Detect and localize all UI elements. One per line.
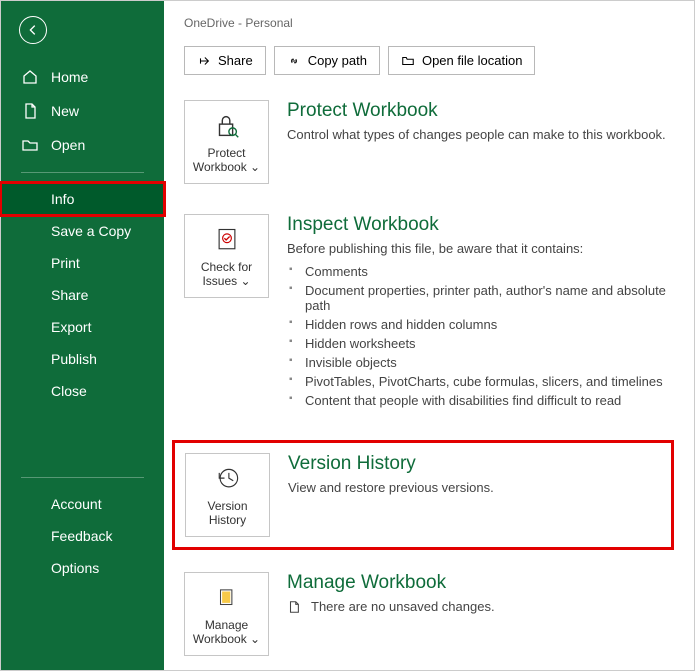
copy-path-button[interactable]: Copy path bbox=[274, 46, 380, 75]
nav-home[interactable]: Home bbox=[1, 60, 164, 94]
list-item: Invisible objects bbox=[305, 353, 674, 372]
main-content: OneDrive - Personal Share Copy path Open… bbox=[164, 1, 694, 670]
backstage-sidebar: Home New Open Info Save a Copy Print Sha… bbox=[1, 1, 164, 670]
nav-print[interactable]: Print bbox=[1, 247, 164, 279]
nav-label: Account bbox=[51, 496, 102, 512]
lock-search-icon bbox=[212, 110, 242, 142]
version-section: Version History Version History View and… bbox=[185, 453, 661, 537]
breadcrumb: OneDrive - Personal bbox=[184, 16, 674, 30]
tile-label: Manage Workbook bbox=[193, 618, 248, 646]
section-desc: Before publishing this file, be aware th… bbox=[287, 241, 674, 256]
button-label: Copy path bbox=[308, 53, 367, 68]
arrow-left-icon bbox=[26, 23, 40, 37]
section-title: Protect Workbook bbox=[287, 100, 674, 122]
nav-close[interactable]: Close bbox=[1, 375, 164, 407]
section-title: Manage Workbook bbox=[287, 572, 674, 594]
nav-label: Close bbox=[51, 383, 87, 399]
button-label: Share bbox=[218, 53, 253, 68]
nav-label: Home bbox=[51, 69, 88, 85]
tile-label: Version History bbox=[192, 499, 263, 528]
section-desc: There are no unsaved changes. bbox=[311, 599, 495, 614]
version-history-tile[interactable]: Version History bbox=[185, 453, 270, 537]
document-icon bbox=[287, 600, 301, 614]
nav-label: Feedback bbox=[51, 528, 112, 544]
chevron-down-icon: ⌄ bbox=[250, 160, 260, 174]
manage-section: Manage Workbook ⌄ Manage Workbook There … bbox=[184, 572, 674, 656]
nav-options[interactable]: Options bbox=[1, 552, 164, 584]
inspect-section: Check for Issues ⌄ Inspect Workbook Befo… bbox=[184, 214, 674, 410]
link-icon bbox=[287, 54, 301, 68]
nav-feedback[interactable]: Feedback bbox=[1, 520, 164, 552]
divider bbox=[21, 172, 144, 173]
nav-label: Print bbox=[51, 255, 80, 271]
divider bbox=[21, 477, 144, 478]
list-item: Content that people with disabilities fi… bbox=[305, 391, 674, 410]
version-history-highlight: Version History Version History View and… bbox=[172, 440, 674, 550]
nav-label: Open bbox=[51, 137, 85, 153]
manage-icon bbox=[214, 582, 240, 614]
list-item: PivotTables, PivotCharts, cube formulas,… bbox=[305, 372, 674, 391]
protect-section: Protect Workbook ⌄ Protect Workbook Cont… bbox=[184, 100, 674, 184]
nav-save-copy[interactable]: Save a Copy bbox=[1, 215, 164, 247]
nav-label: Save a Copy bbox=[51, 223, 131, 239]
nav-share[interactable]: Share bbox=[1, 279, 164, 311]
document-icon bbox=[21, 102, 39, 120]
section-desc: View and restore previous versions. bbox=[288, 480, 661, 495]
list-item: Comments bbox=[305, 262, 674, 281]
protect-workbook-tile[interactable]: Protect Workbook ⌄ bbox=[184, 100, 269, 184]
nav-label: Export bbox=[51, 319, 91, 335]
home-icon bbox=[21, 68, 39, 86]
nav-export[interactable]: Export bbox=[1, 311, 164, 343]
share-button[interactable]: Share bbox=[184, 46, 266, 75]
button-label: Open file location bbox=[422, 53, 522, 68]
chevron-down-icon: ⌄ bbox=[240, 274, 250, 288]
section-desc: Control what types of changes people can… bbox=[287, 127, 674, 142]
back-button[interactable] bbox=[19, 16, 47, 44]
nav-publish[interactable]: Publish bbox=[1, 343, 164, 375]
section-title: Version History bbox=[288, 453, 661, 475]
nav-account[interactable]: Account bbox=[1, 488, 164, 520]
nav-label: Share bbox=[51, 287, 88, 303]
list-item: Hidden rows and hidden columns bbox=[305, 315, 674, 334]
nav-label: Options bbox=[51, 560, 99, 576]
nav-info[interactable]: Info bbox=[1, 183, 164, 215]
nav-open[interactable]: Open bbox=[1, 128, 164, 162]
folder-open-icon bbox=[21, 136, 39, 154]
list-item: Document properties, printer path, autho… bbox=[305, 281, 674, 315]
nav-label: Info bbox=[51, 191, 74, 207]
chevron-down-icon: ⌄ bbox=[250, 632, 260, 646]
nav-label: Publish bbox=[51, 351, 97, 367]
toolbar: Share Copy path Open file location bbox=[184, 46, 674, 75]
tile-label: Protect Workbook bbox=[193, 146, 247, 174]
nav-label: New bbox=[51, 103, 79, 119]
check-issues-tile[interactable]: Check for Issues ⌄ bbox=[184, 214, 269, 298]
folder-icon bbox=[401, 54, 415, 68]
check-document-icon bbox=[213, 224, 241, 256]
nav-new[interactable]: New bbox=[1, 94, 164, 128]
inspect-list: Comments Document properties, printer pa… bbox=[287, 262, 674, 410]
manage-workbook-tile[interactable]: Manage Workbook ⌄ bbox=[184, 572, 269, 656]
open-location-button[interactable]: Open file location bbox=[388, 46, 535, 75]
share-icon bbox=[197, 54, 211, 68]
section-title: Inspect Workbook bbox=[287, 214, 674, 236]
history-icon bbox=[214, 463, 242, 495]
list-item: Hidden worksheets bbox=[305, 334, 674, 353]
